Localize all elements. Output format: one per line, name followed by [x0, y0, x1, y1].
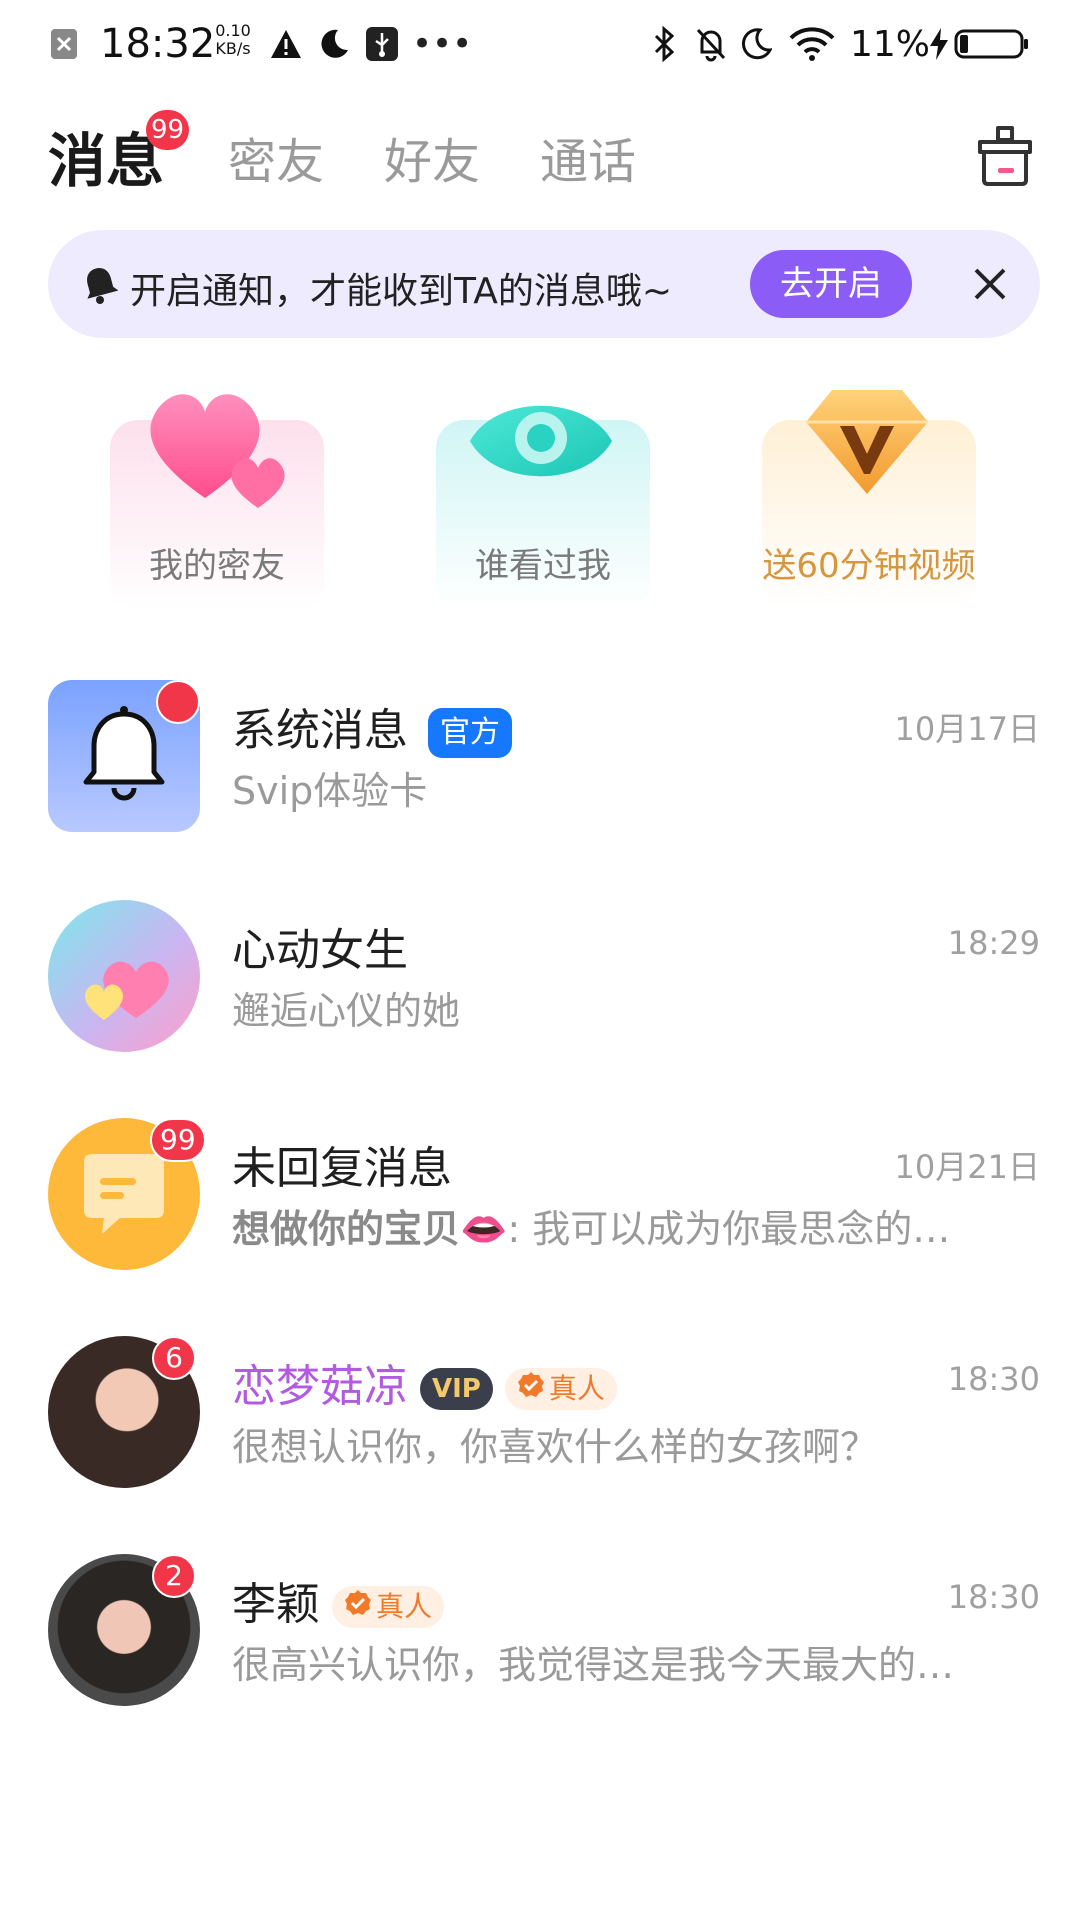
- eye-icon: [466, 386, 616, 500]
- tab-label: 密友: [228, 134, 325, 190]
- clear-basket-icon[interactable]: [976, 124, 1034, 192]
- conversation-preview: Svip体验卡: [232, 769, 428, 813]
- tab-label: 通话: [540, 134, 637, 190]
- card-label: 谁看过我: [475, 546, 611, 586]
- verified-real-tag: 真人: [504, 1368, 617, 1411]
- messages-screen: 18:32 0.10 KB/s ••• 11% 消息 99 密友 好友 通话 开…: [0, 0, 1080, 1920]
- bell-off-icon: [694, 20, 728, 68]
- net-speed-value: 0.10: [215, 21, 251, 40]
- card-label: 送60分钟视频: [762, 546, 976, 586]
- tab-calls[interactable]: 通话: [540, 122, 636, 192]
- conversation-title: 李颖: [232, 1579, 320, 1630]
- verified-badge-icon: [344, 1587, 372, 1629]
- bell-icon: [82, 264, 119, 308]
- card-label: 我的密友: [149, 546, 285, 586]
- wifi-icon: [788, 20, 836, 68]
- conversation-preview: 想做你的宝贝👄: 我可以成为你最思念的…: [232, 1198, 950, 1253]
- sender-name: 想做你的宝贝: [232, 1207, 461, 1251]
- unread-badge: 2: [152, 1554, 196, 1598]
- conversation-time: 18:30: [947, 1578, 1040, 1616]
- status-time: 18:32: [100, 21, 216, 67]
- conversation-row-system[interactable]: 系统消息 官方 Svip体验卡 10月17日: [0, 680, 1080, 860]
- free-video-minutes-card[interactable]: 送60分钟视频: [762, 380, 976, 610]
- who-viewed-me-card[interactable]: 谁看过我: [436, 380, 650, 610]
- unread-badge: 6: [152, 1336, 196, 1380]
- conversation-title: 系统消息: [232, 705, 408, 756]
- close-square-icon: [50, 20, 78, 68]
- charging-icon: [930, 20, 948, 68]
- moon-icon: [740, 20, 772, 68]
- unread-badge: 99: [150, 1118, 206, 1162]
- diamond-icon: [802, 380, 932, 504]
- status-bar: 18:32 0.10 KB/s ••• 11%: [0, 0, 1080, 90]
- tab-friends[interactable]: 好友: [384, 122, 480, 192]
- unread-dot: [156, 680, 200, 724]
- verified-badge-icon: [517, 1369, 545, 1411]
- lips-emoji-icon: 👄: [460, 1207, 508, 1251]
- warning-icon: [270, 20, 302, 68]
- official-tag: 官方: [428, 708, 512, 758]
- heart-avatar: [48, 900, 200, 1052]
- notification-text: 开启通知，才能收到TA的消息哦~: [130, 271, 672, 312]
- unread-badge: 99: [146, 110, 190, 150]
- conversation-title-row: 恋梦菇凉 VIP 真人: [232, 1350, 617, 1414]
- conversation-preview: 很高兴认识你，我觉得这是我今天最大的…: [232, 1643, 955, 1687]
- bluetooth-icon: [652, 20, 676, 68]
- tab-close-friends[interactable]: 密友: [228, 122, 324, 192]
- conversation-title: 心动女生: [232, 925, 408, 976]
- battery-icon: [954, 20, 1030, 68]
- conversation-time: 10月17日: [894, 710, 1040, 748]
- my-close-friends-card[interactable]: 我的密友: [110, 380, 324, 610]
- conversation-title: 未回复消息: [232, 1143, 452, 1194]
- conversation-time: 18:30: [947, 1360, 1040, 1398]
- conversation-title-row: 李颖 真人: [232, 1568, 445, 1632]
- net-speed: 0.10 KB/s: [208, 22, 258, 70]
- more-dots-icon: •••: [412, 24, 473, 64]
- preview-text: : 我可以成为你最思念的…: [507, 1207, 951, 1251]
- tag-text: 真人: [548, 1372, 605, 1405]
- tag-text: 真人: [376, 1590, 433, 1623]
- tab-label: 好友: [384, 134, 481, 190]
- conversation-title: 恋梦菇凉: [232, 1361, 408, 1412]
- conversation-preview: 邂逅心仪的她: [232, 989, 461, 1033]
- conversation-preview: 很想认识你，你喜欢什么样的女孩啊？: [232, 1425, 879, 1469]
- net-speed-unit: KB/s: [215, 39, 251, 58]
- close-icon[interactable]: [970, 264, 1010, 308]
- conversation-time: 10月21日: [894, 1148, 1040, 1186]
- conversation-row-unreplied[interactable]: 99 未回复消息 想做你的宝贝👄: 我可以成为你最思念的… 10月21日: [0, 1118, 1080, 1298]
- hearts-icon: [85, 961, 169, 1020]
- vip-badge: VIP: [420, 1368, 493, 1410]
- conversation-row-user-1[interactable]: 6 恋梦菇凉 VIP 真人 很想认识你，你喜欢什么样的女孩啊？ 18:30: [0, 1336, 1080, 1516]
- top-tabs: 消息 99 密友 好友 通话: [0, 110, 1080, 220]
- enable-notification-button[interactable]: 去开启: [750, 250, 912, 318]
- conversation-row-heart-girls[interactable]: 心动女生 邂逅心仪的她 18:29: [0, 900, 1080, 1080]
- hearts-icon: [140, 380, 290, 514]
- notification-banner: 开启通知，才能收到TA的消息哦~ 去开启: [48, 230, 1040, 338]
- moon-icon: [318, 20, 350, 68]
- battery-percent: 11%: [850, 23, 931, 65]
- conversation-row-user-2[interactable]: 2 李颖 真人 很高兴认识你，我觉得这是我今天最大的… 18:30: [0, 1554, 1080, 1734]
- usb-icon: [366, 20, 398, 68]
- conversation-title-row: 系统消息 官方: [232, 694, 512, 758]
- verified-real-tag: 真人: [332, 1586, 445, 1629]
- conversation-time: 18:29: [947, 924, 1040, 962]
